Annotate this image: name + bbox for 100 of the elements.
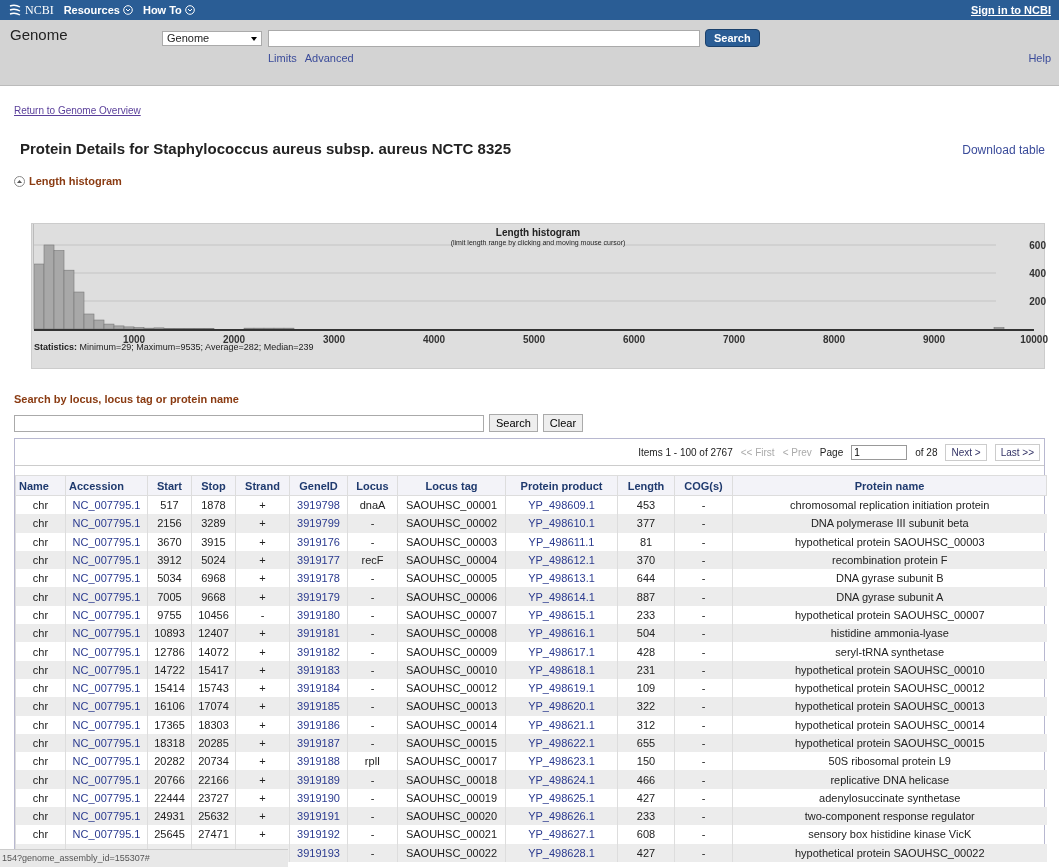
column-header[interactable]: Strand: [235, 475, 290, 496]
column-header[interactable]: COG(s): [674, 475, 733, 496]
table-cell: chr: [32, 499, 49, 512]
table-link[interactable]: 3919192: [297, 828, 340, 841]
table-cell: hypothetical protein SAOUHSC_00012: [794, 682, 985, 695]
table-link[interactable]: NC_007795.1: [72, 682, 141, 695]
table-cell: SAOUHSC_00006: [405, 590, 498, 603]
column-header[interactable]: Name: [15, 475, 66, 496]
histogram-bar[interactable]: [993, 327, 1005, 330]
table-link[interactable]: 3919180: [297, 608, 340, 621]
table-cell: 517: [160, 499, 179, 512]
table-link[interactable]: NC_007795.1: [72, 791, 141, 804]
search-option-link[interactable]: Limits: [268, 52, 297, 64]
table-cell: chr: [32, 645, 49, 658]
histogram-toggle[interactable]: Length histogram: [14, 175, 1045, 187]
table-cell: SAOUHSC_00001: [405, 499, 498, 512]
table-cell: 20766: [154, 773, 185, 786]
table-link[interactable]: YP_498625.1: [528, 791, 595, 804]
table-link[interactable]: YP_498621.1: [528, 718, 595, 731]
database-select[interactable]: Genome: [162, 30, 262, 46]
page-field[interactable]: 1: [851, 444, 908, 460]
table-link[interactable]: YP_498611.1: [528, 535, 595, 548]
x-tick-label: 7000: [722, 334, 746, 345]
table-cell: chromosomal replication initiation protein: [790, 499, 990, 512]
table-link[interactable]: NC_007795.1: [72, 499, 141, 512]
table-link[interactable]: 3919176: [297, 535, 340, 548]
table-cell: 17074: [198, 700, 229, 713]
search-field[interactable]: [268, 29, 700, 47]
table-link[interactable]: NC_007795.1: [72, 535, 141, 548]
table-cell: hypothetical protein SAOUHSC_00010: [794, 663, 985, 676]
search-action-button[interactable]: Clear: [542, 414, 584, 432]
sign-in-link[interactable]: Sign in to NCBI: [970, 4, 1051, 16]
table-cell: -: [370, 682, 375, 695]
table-link[interactable]: 3919178: [297, 572, 340, 585]
histogram-bar[interactable]: [133, 327, 145, 330]
download-link[interactable]: Download table: [962, 143, 1045, 157]
table-cell: +: [259, 517, 266, 530]
column-header[interactable]: Start: [147, 475, 192, 496]
table-link[interactable]: YP_498609.1: [528, 499, 595, 512]
histogram-bar[interactable]: [153, 327, 165, 330]
histogram-bar[interactable]: [253, 327, 265, 330]
table-cell: -: [701, 663, 706, 676]
histogram-bar[interactable]: [103, 323, 115, 330]
column-header[interactable]: Locus tag: [397, 475, 506, 496]
table-cell: 2156: [157, 517, 182, 530]
table-link[interactable]: 3919188: [297, 755, 340, 768]
search-action-button[interactable]: Search: [489, 414, 538, 432]
table-link[interactable]: 3919190: [297, 791, 340, 804]
table-link[interactable]: NC_007795.1: [72, 828, 141, 841]
table-cell: hypothetical protein SAOUHSC_00007: [794, 608, 985, 621]
table-link[interactable]: YP_498623.1: [528, 755, 595, 768]
table-link[interactable]: YP_498619.1: [528, 682, 595, 695]
table-link[interactable]: NC_007795.1: [72, 572, 141, 585]
table-link[interactable]: YP_498613.1: [528, 572, 595, 585]
table-link[interactable]: 3919186: [297, 718, 340, 731]
table-link[interactable]: 3919184: [297, 682, 340, 695]
table-cell: -: [701, 554, 706, 567]
column-header[interactable]: Stop: [191, 475, 236, 496]
table-cell: hypothetical protein SAOUHSC_00003: [794, 535, 985, 548]
table-link[interactable]: NC_007795.1: [72, 608, 141, 621]
pager-button[interactable]: Next >: [945, 443, 987, 461]
column-header[interactable]: Accession: [65, 475, 148, 496]
locus-search-field[interactable]: [14, 414, 484, 432]
menu-item[interactable]: How To: [142, 4, 195, 16]
table-cell: +: [259, 535, 266, 548]
histogram-bar[interactable]: [123, 326, 135, 330]
pager-button[interactable]: Last >>: [994, 443, 1040, 461]
column-header[interactable]: GeneID: [289, 475, 348, 496]
table-link[interactable]: NC_007795.1: [72, 755, 141, 768]
back-link[interactable]: Return to Genome Overview: [14, 105, 141, 116]
search-button[interactable]: Search: [705, 29, 760, 47]
histogram-bar[interactable]: [243, 327, 255, 330]
table-cell: chr: [32, 517, 49, 530]
column-header[interactable]: Length: [617, 475, 675, 496]
table-cell: 427: [636, 791, 656, 804]
histogram-bar[interactable]: [83, 313, 95, 330]
table-link[interactable]: YP_498627.1: [528, 828, 595, 841]
histogram-bar[interactable]: [283, 327, 295, 330]
logo-text[interactable]: NCBI: [25, 2, 54, 18]
table-cell: 233: [636, 810, 656, 823]
column-header[interactable]: Locus: [347, 475, 398, 496]
histogram-bar[interactable]: [273, 327, 285, 330]
table-link[interactable]: 3919798: [297, 499, 340, 512]
table-link[interactable]: YP_498615.1: [528, 608, 595, 621]
menu-item[interactable]: Resources: [63, 4, 133, 16]
table-link[interactable]: YP_498617.1: [528, 645, 595, 658]
table-link[interactable]: 3919182: [297, 645, 340, 658]
table-link[interactable]: NC_007795.1: [72, 645, 141, 658]
table-link[interactable]: NC_007795.1: [72, 718, 141, 731]
column-header[interactable]: Protein name: [732, 475, 1047, 496]
search-option-link[interactable]: Advanced: [304, 52, 354, 64]
histogram-bar[interactable]: [73, 291, 85, 330]
histogram-bar[interactable]: [93, 319, 105, 330]
histogram-bar[interactable]: [113, 325, 125, 330]
chevron-icon: [184, 5, 195, 15]
help-link[interactable]: Help: [1028, 52, 1051, 64]
column-header[interactable]: Protein product: [505, 475, 618, 496]
table-cell: SAOUHSC_00014: [405, 718, 498, 731]
histogram-bar[interactable]: [263, 327, 275, 330]
table-cell: -: [370, 773, 375, 786]
